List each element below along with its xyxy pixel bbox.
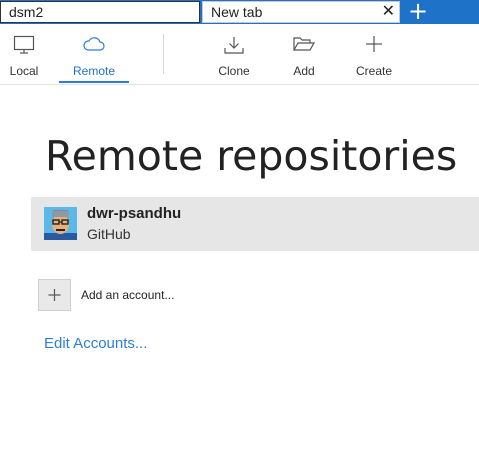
add-label: Add <box>293 64 315 78</box>
plus-icon <box>366 36 382 52</box>
tab-new-tab[interactable]: New tab ✕ <box>202 1 400 23</box>
new-tab-button[interactable]: + <box>404 0 432 24</box>
add-account-label[interactable]: Add an account... <box>81 288 174 302</box>
tab-dsm2[interactable]: dsm2 <box>0 1 200 23</box>
local-button[interactable]: Local <box>0 24 48 84</box>
edit-accounts-link[interactable]: Edit Accounts... <box>44 335 147 352</box>
remote-button[interactable]: Remote <box>59 24 129 84</box>
clone-button[interactable]: Clone <box>209 24 259 84</box>
tab-label: dsm2 <box>9 4 44 20</box>
cloud-icon <box>83 37 105 51</box>
monitor-icon <box>13 35 35 54</box>
toolbar-divider <box>163 34 164 74</box>
add-button[interactable]: Add <box>280 24 328 84</box>
avatar <box>44 207 77 240</box>
tab-label: New tab <box>211 4 263 20</box>
create-button[interactable]: Create <box>349 24 399 84</box>
remote-selected-indicator <box>59 81 129 83</box>
account-provider: GitHub <box>87 226 131 242</box>
plus-icon <box>48 289 61 301</box>
toolbar: Local Remote Clone Add Create <box>0 24 479 85</box>
page-title: Remote repositories <box>45 132 458 180</box>
create-label: Create <box>355 64 393 78</box>
add-account-button[interactable] <box>38 279 71 311</box>
folder-open-icon <box>292 37 316 51</box>
account-name: dwr-psandhu <box>87 205 182 222</box>
close-icon[interactable]: ✕ <box>382 2 395 22</box>
clone-label: Clone <box>218 64 250 78</box>
download-icon <box>224 37 244 54</box>
account-item[interactable]: dwr-psandhu GitHub <box>31 197 479 251</box>
remote-label: Remote <box>72 64 116 78</box>
local-label: Local <box>9 64 39 78</box>
tab-bar: dsm2 New tab ✕ + <box>0 0 479 24</box>
